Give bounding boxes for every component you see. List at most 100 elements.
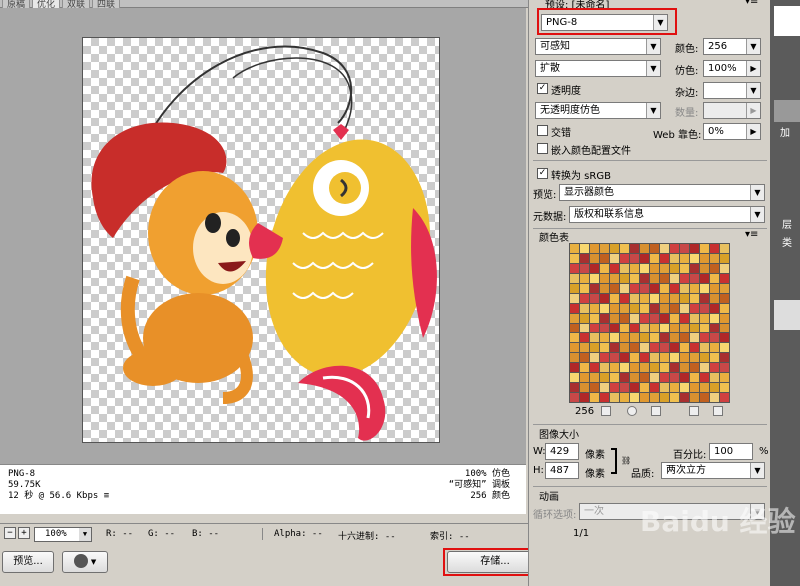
color-swatch[interactable] (680, 253, 689, 263)
color-swatch[interactable] (580, 343, 589, 353)
color-swatch[interactable] (690, 273, 699, 283)
color-swatch[interactable] (610, 383, 619, 393)
interlaced-checkbox[interactable] (537, 125, 548, 136)
color-swatch[interactable] (650, 353, 659, 363)
preview-select[interactable]: 显示器颜色 ▼ (559, 184, 765, 201)
color-swatch[interactable] (720, 283, 729, 293)
color-swatch[interactable] (670, 263, 679, 273)
color-swatch[interactable] (630, 273, 639, 283)
preview-button[interactable]: 预览... (2, 551, 54, 573)
color-swatch[interactable] (600, 263, 609, 273)
color-swatch[interactable] (670, 244, 679, 253)
color-swatch[interactable] (610, 253, 619, 263)
metadata-select[interactable]: 版权和联系信息 ▼ (569, 206, 765, 223)
color-swatch[interactable] (700, 353, 709, 363)
color-swatch[interactable] (650, 393, 659, 402)
color-swatch[interactable] (660, 323, 669, 333)
color-swatch[interactable] (680, 323, 689, 333)
color-swatch[interactable] (630, 253, 639, 263)
color-swatch[interactable] (650, 253, 659, 263)
color-swatch[interactable] (570, 303, 579, 313)
color-swatch[interactable] (610, 373, 619, 383)
color-swatch[interactable] (610, 343, 619, 353)
color-swatch[interactable] (700, 273, 709, 283)
color-swatch[interactable] (660, 373, 669, 383)
tab-original[interactable]: 原稿 (2, 0, 31, 10)
color-swatch[interactable] (590, 363, 599, 373)
color-swatch[interactable] (670, 383, 679, 393)
color-swatch[interactable] (700, 283, 709, 293)
color-swatch[interactable] (630, 333, 639, 343)
width-input[interactable]: 429 (545, 443, 579, 460)
trash-icon[interactable] (713, 406, 723, 416)
color-swatch[interactable] (570, 393, 579, 402)
color-swatch[interactable] (610, 293, 619, 303)
color-swatch[interactable] (690, 383, 699, 393)
color-swatch[interactable] (570, 293, 579, 303)
color-swatch[interactable] (690, 333, 699, 343)
color-swatch[interactable] (680, 244, 689, 253)
color-swatch[interactable] (620, 323, 629, 333)
color-swatch[interactable] (670, 313, 679, 323)
color-swatch[interactable] (600, 303, 609, 313)
image-preview-canvas[interactable] (82, 37, 440, 443)
height-input[interactable]: 487 (545, 462, 579, 479)
color-swatch[interactable] (720, 303, 729, 313)
color-swatch[interactable] (610, 244, 619, 253)
colors-select[interactable]: 256 ▼ (703, 38, 761, 55)
color-swatch[interactable] (720, 263, 729, 273)
color-swatch[interactable] (640, 333, 649, 343)
color-swatch[interactable] (690, 313, 699, 323)
color-swatch[interactable] (570, 273, 579, 283)
color-swatch[interactable] (710, 333, 719, 343)
color-swatch[interactable] (640, 393, 649, 402)
color-swatch[interactable] (650, 323, 659, 333)
color-swatch[interactable] (640, 263, 649, 273)
color-swatch[interactable] (610, 363, 619, 373)
color-swatch[interactable] (710, 393, 719, 402)
color-swatch[interactable] (720, 293, 729, 303)
color-swatch[interactable] (620, 244, 629, 253)
color-swatch[interactable] (580, 263, 589, 273)
color-swatch[interactable] (600, 273, 609, 283)
color-swatch[interactable] (710, 293, 719, 303)
color-swatch[interactable] (600, 313, 609, 323)
color-swatch[interactable] (570, 383, 579, 393)
info-menu-icon[interactable]: ≡ (104, 491, 109, 501)
dither-algorithm-select[interactable]: 扩散 ▼ (535, 60, 661, 77)
color-swatch[interactable] (670, 283, 679, 293)
transparency-checkbox[interactable]: ✓ (537, 83, 548, 94)
color-swatch[interactable] (570, 283, 579, 293)
color-swatch[interactable] (680, 333, 689, 343)
color-swatch[interactable] (670, 333, 679, 343)
color-swatch[interactable] (690, 363, 699, 373)
color-swatch[interactable] (600, 343, 609, 353)
color-swatch[interactable] (600, 333, 609, 343)
color-swatch[interactable] (580, 253, 589, 263)
color-swatch[interactable] (710, 263, 719, 273)
color-swatch[interactable] (660, 293, 669, 303)
color-swatch[interactable] (630, 393, 639, 402)
color-swatch[interactable] (650, 343, 659, 353)
color-swatch[interactable] (620, 333, 629, 343)
color-swatch[interactable] (710, 373, 719, 383)
color-swatch[interactable] (650, 383, 659, 393)
zoom-out-button[interactable]: − (4, 527, 16, 539)
color-swatch[interactable] (580, 393, 589, 402)
color-swatch[interactable] (570, 333, 579, 343)
color-swatch[interactable] (620, 343, 629, 353)
color-swatch[interactable] (640, 363, 649, 373)
color-swatch[interactable] (680, 273, 689, 283)
color-swatch[interactable] (580, 383, 589, 393)
color-swatch[interactable] (590, 343, 599, 353)
color-swatch[interactable] (640, 283, 649, 293)
percent-input[interactable]: 100 (709, 443, 753, 460)
tab-2up[interactable]: 双联 (62, 0, 91, 10)
color-swatch[interactable] (650, 293, 659, 303)
color-swatch[interactable] (610, 273, 619, 283)
color-swatch[interactable] (690, 244, 699, 253)
color-swatch[interactable] (600, 353, 609, 363)
color-swatch[interactable] (710, 323, 719, 333)
color-swatch[interactable] (580, 323, 589, 333)
color-swatch[interactable] (580, 273, 589, 283)
